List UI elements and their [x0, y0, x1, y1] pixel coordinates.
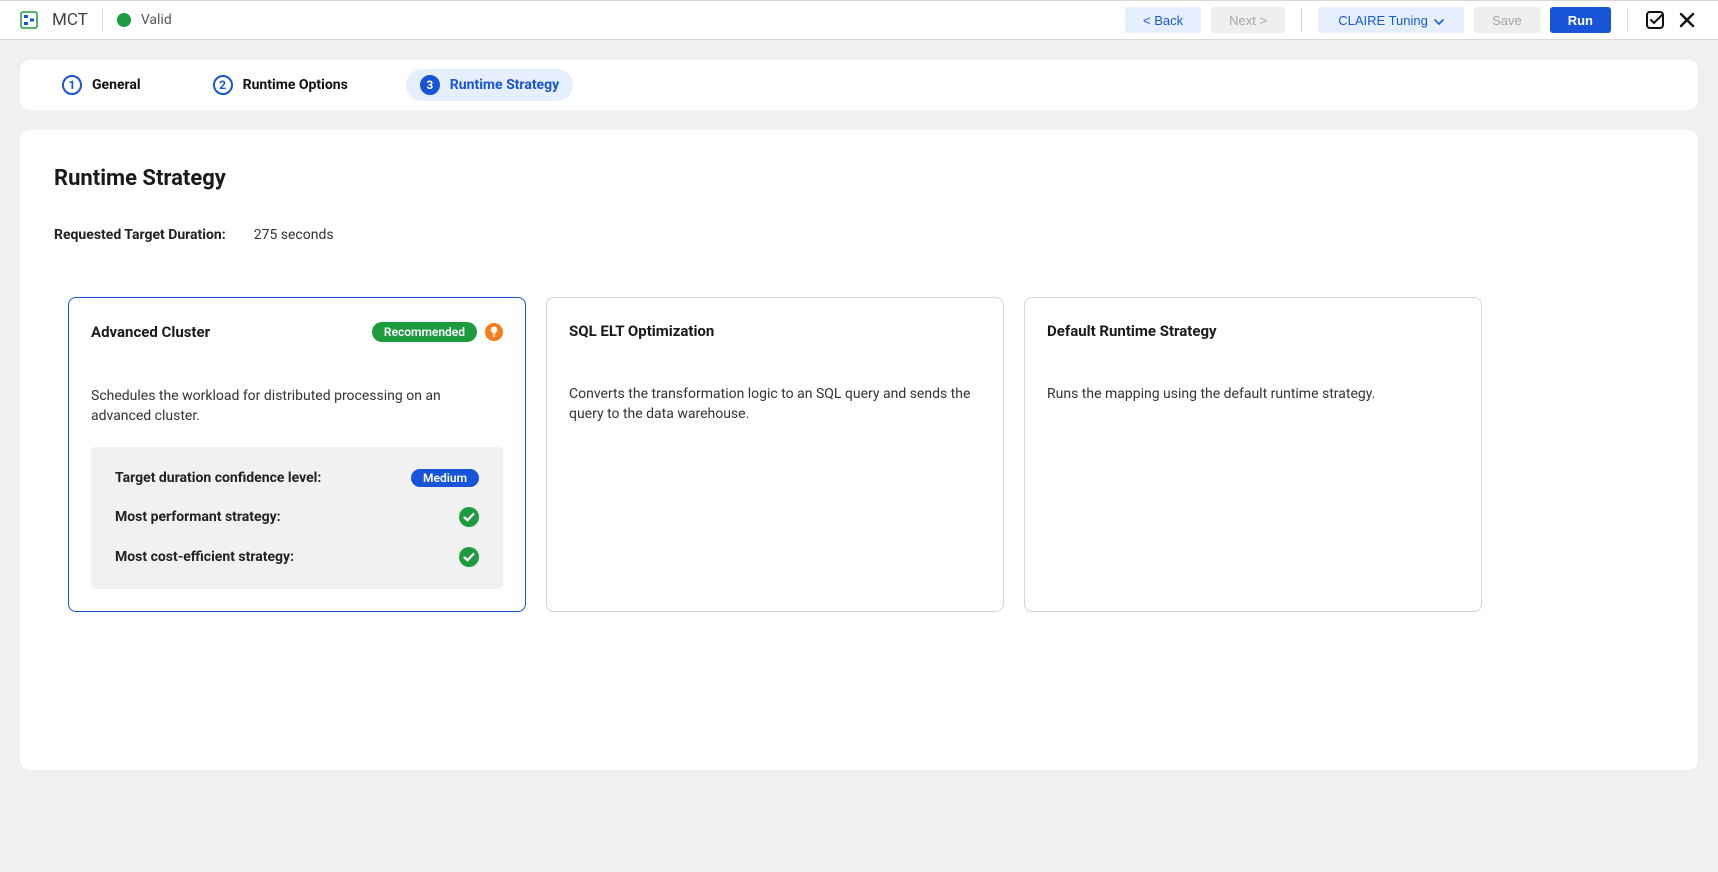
divider [1627, 8, 1628, 32]
step-number: 2 [213, 75, 233, 95]
page-object-title: MCT [52, 10, 88, 30]
claire-tuning-dropdown[interactable]: CLAIRE Tuning [1318, 7, 1464, 33]
chevron-down-icon [1434, 13, 1444, 28]
card-title: SQL ELT Optimization [569, 322, 714, 340]
back-button[interactable]: < Back [1125, 7, 1201, 33]
mapping-icon [20, 11, 38, 29]
content-panel: Runtime Strategy Requested Target Durati… [20, 130, 1698, 770]
card-description: Runs the mapping using the default runti… [1047, 384, 1459, 404]
top-bar: MCT Valid < Back Next > CLAIRE Tuning Sa… [0, 0, 1718, 40]
detail-row-performant: Most performant strategy: [115, 497, 479, 537]
step-label: General [92, 77, 141, 93]
card-header-right: Recommended [372, 322, 503, 342]
detail-label: Target duration confidence level: [115, 470, 321, 486]
status-dot-icon [117, 13, 131, 27]
detail-label: Most cost-efficient strategy: [115, 549, 294, 565]
confidence-badge: Medium [411, 469, 479, 487]
page-title: Runtime Strategy [54, 166, 1664, 191]
checklist-icon[interactable] [1644, 9, 1666, 31]
card-header: Advanced Cluster Recommended [91, 322, 503, 342]
detail-label: Most performant strategy: [115, 509, 281, 525]
run-button[interactable]: Run [1550, 7, 1611, 33]
card-advanced-cluster[interactable]: Advanced Cluster Recommended Schedules t… [68, 297, 526, 612]
step-runtime-strategy[interactable]: 3 Runtime Strategy [406, 69, 573, 101]
card-details: Target duration confidence level: Medium… [91, 447, 503, 589]
step-runtime-options[interactable]: 2 Runtime Options [199, 69, 362, 101]
wizard-steps: 1 General 2 Runtime Options 3 Runtime St… [20, 60, 1698, 110]
card-title: Default Runtime Strategy [1047, 322, 1217, 340]
strategy-cards: Advanced Cluster Recommended Schedules t… [54, 297, 1664, 612]
check-circle-icon [459, 507, 479, 527]
check-circle-icon [459, 547, 479, 567]
close-icon[interactable] [1676, 9, 1698, 31]
divider [1301, 8, 1302, 32]
lightbulb-icon [485, 323, 503, 341]
divider [102, 8, 103, 32]
step-number: 3 [420, 75, 440, 95]
status-label: Valid [141, 12, 172, 28]
card-default-strategy[interactable]: Default Runtime Strategy Runs the mappin… [1024, 297, 1482, 612]
next-button: Next > [1211, 7, 1285, 33]
card-title: Advanced Cluster [91, 323, 210, 341]
card-description: Schedules the workload for distributed p… [91, 386, 503, 427]
requested-duration-label: Requested Target Duration: [54, 227, 226, 243]
claire-tuning-label: CLAIRE Tuning [1338, 13, 1428, 28]
step-label: Runtime Options [243, 77, 348, 93]
card-header: SQL ELT Optimization [569, 322, 981, 340]
card-sql-elt[interactable]: SQL ELT Optimization Converts the transf… [546, 297, 1004, 612]
top-bar-right: < Back Next > CLAIRE Tuning Save Run [1125, 7, 1698, 33]
detail-row-confidence: Target duration confidence level: Medium [115, 459, 479, 497]
save-button: Save [1474, 7, 1540, 33]
card-header: Default Runtime Strategy [1047, 322, 1459, 340]
step-number: 1 [62, 75, 82, 95]
detail-row-cost: Most cost-efficient strategy: [115, 537, 479, 577]
step-label: Runtime Strategy [450, 77, 559, 93]
requested-duration-value: 275 seconds [254, 227, 334, 243]
status-group: Valid [117, 12, 172, 28]
step-general[interactable]: 1 General [48, 69, 155, 101]
top-bar-left: MCT Valid [20, 8, 172, 32]
card-description: Converts the transformation logic to an … [569, 384, 981, 425]
recommended-badge: Recommended [372, 322, 477, 342]
requested-duration-row: Requested Target Duration: 275 seconds [54, 227, 1664, 243]
